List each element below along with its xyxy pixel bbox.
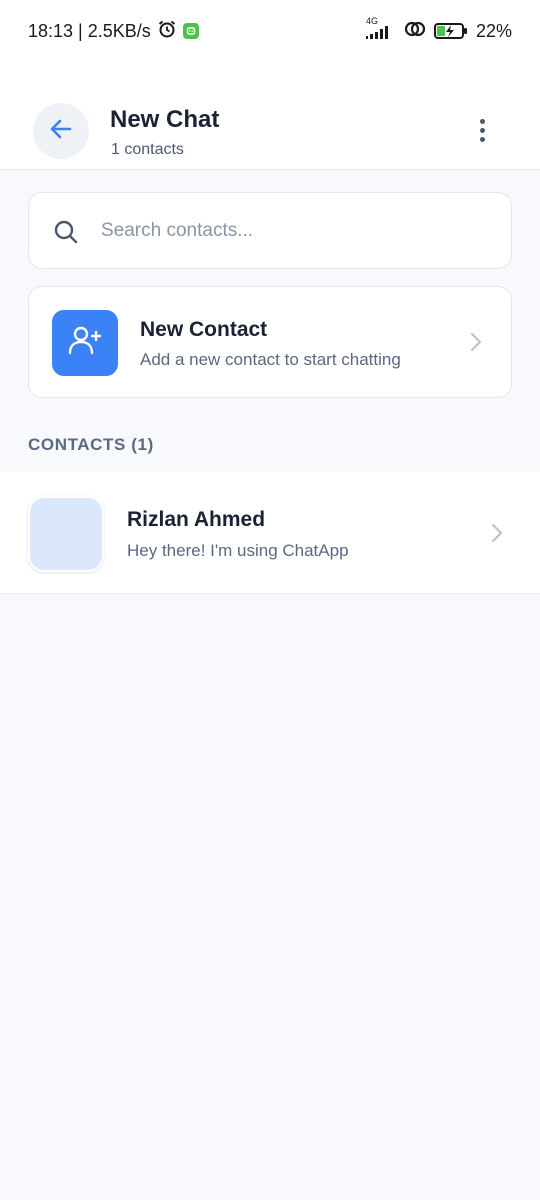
status-bar: 18:13 | 2.5KB/s 4G 22%	[0, 0, 540, 62]
hotspot-icon	[404, 19, 426, 44]
contacts-section-label: CONTACTS (1)	[28, 435, 154, 454]
back-button[interactable]	[33, 103, 89, 159]
add-user-icon	[67, 323, 103, 364]
app-header: New Chat 1 contacts	[0, 62, 540, 170]
page-title: New Chat	[110, 106, 220, 133]
search-bar[interactable]	[28, 192, 512, 269]
alarm-icon	[157, 19, 177, 44]
status-left: 18:13 | 2.5KB/s	[28, 19, 199, 44]
signal-icon: 4G	[364, 16, 396, 42]
search-icon	[53, 219, 79, 250]
arrow-left-icon	[48, 116, 74, 147]
more-options-button[interactable]	[466, 114, 498, 146]
chevron-right-icon	[490, 522, 504, 549]
new-contact-title: New Contact	[140, 318, 268, 341]
more-vertical-icon-dot	[479, 127, 485, 133]
battery-percent: 22%	[475, 20, 512, 41]
new-contact-subtitle: Add a new contact to start chatting	[140, 350, 401, 369]
avatar	[28, 496, 104, 572]
status-time-speed: 18:13 | 2.5KB/s	[28, 20, 151, 41]
search-input[interactable]	[101, 193, 491, 268]
app-notification-icon	[182, 23, 199, 39]
contacts-count: 1 contacts	[111, 141, 184, 158]
more-vertical-icon-dot	[479, 136, 485, 142]
contact-status: Hey there! I'm using ChatApp	[127, 541, 349, 560]
more-vertical-icon-dot	[479, 118, 485, 124]
status-right: 4G 22%	[364, 16, 512, 44]
new-contact-avatar	[52, 310, 118, 376]
contact-name: Rizlan Ahmed	[127, 508, 266, 531]
chevron-right-icon	[469, 331, 483, 358]
battery-charging-icon	[433, 22, 468, 40]
new-contact-card[interactable]: New Contact Add a new contact to start c…	[28, 286, 512, 398]
contact-list-item[interactable]: Rizlan Ahmed Hey there! I'm using ChatAp…	[0, 472, 540, 594]
